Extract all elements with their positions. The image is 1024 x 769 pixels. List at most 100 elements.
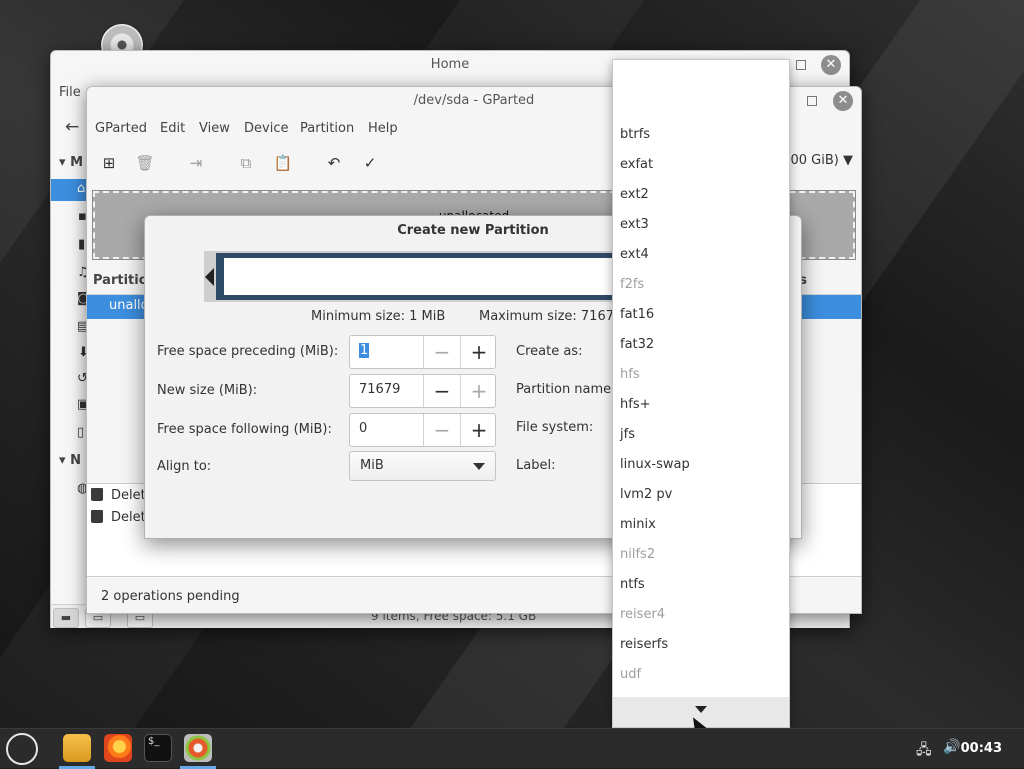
maximize-icon[interactable] — [807, 96, 817, 106]
menu-file[interactable]: File — [59, 85, 81, 100]
chevron-down-icon: ▾ — [59, 155, 66, 170]
menu-edit[interactable]: Edit — [160, 121, 185, 136]
close-icon[interactable]: ✕ — [821, 55, 841, 75]
gparted-icon[interactable] — [184, 734, 212, 762]
fs-option-jfs[interactable]: jfs — [613, 420, 789, 450]
files-icon[interactable] — [63, 734, 91, 762]
trash-icon — [91, 488, 103, 501]
increment-button[interactable]: + — [460, 375, 497, 407]
fs-option-reiserfs[interactable]: reiserfs — [613, 630, 789, 660]
free-space-following-input[interactable]: 0 — [359, 421, 367, 436]
free-space-following-label: Free space following (MiB): — [157, 422, 332, 437]
scroll-down-arrow-icon — [695, 706, 707, 713]
new-size-input[interactable]: 71679 — [359, 382, 400, 397]
align-to-select[interactable]: MiB — [349, 451, 496, 481]
file-system-label: File system: — [516, 420, 594, 435]
delete-icon[interactable]: 🗑 — [134, 153, 156, 173]
fs-option-fat16[interactable]: fat16 — [613, 300, 789, 330]
sidebar-item-desktop[interactable]: ▪ — [51, 207, 87, 229]
back-arrow-icon[interactable]: ← — [65, 117, 79, 137]
device-selector[interactable]: 00 GiB) ▼ — [791, 153, 854, 168]
fs-option-btrfs[interactable]: btrfs — [613, 120, 789, 150]
sidebar-item-music[interactable]: ♫ — [51, 263, 89, 285]
volume-icon[interactable]: 🔊 — [943, 739, 960, 755]
chevron-down-icon: ▾ — [59, 453, 66, 468]
sidebar-item-network[interactable]: ◍ — [51, 479, 88, 501]
fs-option-ext3[interactable]: ext3 — [613, 210, 789, 240]
fs-option-hfs: hfs — [620, 367, 640, 382]
resize-handle-left-icon[interactable] — [205, 268, 214, 286]
copy-icon[interactable]: ⧉ — [235, 153, 257, 173]
partition-size-bar[interactable] — [204, 251, 624, 302]
documents-icon: ▮ — [78, 237, 86, 252]
align-to-label: Align to: — [157, 459, 212, 474]
fs-option-linux-swap[interactable]: linux-swap — [613, 450, 789, 480]
label-field-label: Label: — [516, 458, 556, 473]
status-text: 2 operations pending — [101, 589, 240, 604]
decrement-button[interactable]: − — [423, 375, 460, 407]
menu-help[interactable]: Help — [368, 121, 398, 136]
maximize-icon[interactable] — [796, 60, 806, 70]
fs-option-exfat[interactable]: exfat — [613, 150, 789, 180]
menu-device[interactable]: Device — [244, 121, 288, 136]
free-space-preceding-stepper[interactable]: 1 − + — [349, 335, 496, 369]
list-item[interactable]: Delet — [91, 488, 146, 510]
list-item[interactable]: Delet — [91, 510, 146, 532]
free-space-preceding-input[interactable]: 1 — [359, 343, 370, 358]
free-space-preceding-label: Free space preceding (MiB): — [157, 344, 339, 359]
fs-option-ext4[interactable]: ext4 — [613, 240, 789, 270]
decrement-button[interactable]: − — [423, 414, 460, 446]
file-system-dropdown[interactable]: btrfs exfat ext2 ext3 ext4 f2fs fat16 fat32 hfs h… — [612, 59, 790, 728]
trash-icon: ▯ — [77, 425, 85, 440]
resize-move-icon[interactable]: ⇥ — [185, 153, 207, 173]
fs-option-hfs-[interactable]: hfs+ — [613, 390, 789, 420]
increment-button[interactable]: + — [460, 336, 497, 368]
taskbar: $_ 🖧 🔊 00:43 — [0, 728, 1024, 769]
dropdown-arrow-icon: ▼ — [843, 153, 853, 168]
fs-option-lvm2-pv[interactable]: lvm2 pv — [613, 480, 789, 510]
paste-icon[interactable]: 📋 — [272, 153, 294, 173]
clock[interactable]: 00:43 — [961, 741, 1002, 756]
free-space-following-stepper[interactable]: 0 − + — [349, 413, 496, 447]
sidebar-item-filesystem[interactable]: ▣ — [51, 395, 89, 417]
sidebar-section-network[interactable]: ▾ N — [59, 453, 81, 468]
fs-option-nilfs2: nilfs2 — [620, 547, 656, 562]
new-partition-icon[interactable]: ⊞ — [98, 153, 120, 173]
show-places-button[interactable]: ▬ — [53, 608, 79, 628]
new-size-label: New size (MiB): — [157, 383, 258, 398]
new-size-stepper[interactable]: 71679 − + — [349, 374, 496, 408]
increment-button[interactable]: + — [460, 414, 497, 446]
sidebar-item-trash[interactable]: ▯ — [51, 423, 87, 445]
partition-bar-fill — [224, 258, 624, 295]
sidebar-item-documents[interactable]: ▮ — [51, 235, 87, 257]
sidebar-section-my-computer[interactable]: ▾ M — [59, 155, 83, 170]
firefox-icon[interactable] — [104, 734, 132, 762]
menu-gparted[interactable]: GParted — [95, 121, 147, 136]
partition-name-label: Partition name: — [516, 382, 616, 397]
mint-menu-icon[interactable] — [6, 733, 38, 765]
apply-check-icon[interactable]: ✓ — [359, 153, 381, 173]
fs-option-ext2[interactable]: ext2 — [613, 180, 789, 210]
sidebar-item-home[interactable]: ⌂ — [51, 179, 87, 201]
sidebar-item-recent[interactable]: ↺ — [51, 369, 88, 391]
trash-icon — [91, 510, 103, 523]
desktop: Home ✕ File ← ▾ M ⌂ ▪ ▮ ♫ ◙ ▤ ⬇ ↺ ▣ ▯ ▾ … — [0, 0, 1024, 728]
menu-partition[interactable]: Partition — [300, 121, 354, 136]
sidebar-item-videos[interactable]: ▤ — [51, 317, 89, 339]
maximum-size-label: Maximum size: 71679 — [479, 309, 623, 324]
fs-option-ntfs[interactable]: ntfs — [613, 570, 789, 600]
home-icon: ⌂ — [77, 181, 86, 196]
terminal-icon[interactable]: $_ — [144, 734, 172, 762]
close-icon[interactable]: ✕ — [833, 91, 853, 111]
dropdown-arrow-icon — [473, 463, 485, 470]
sidebar-item-downloads[interactable]: ⬇ — [51, 343, 89, 365]
menu-view[interactable]: View — [199, 121, 230, 136]
fs-option-minix[interactable]: minix — [613, 510, 789, 540]
minimum-size-label: Minimum size: 1 MiB — [311, 309, 446, 324]
sidebar-item-pictures[interactable]: ◙ — [51, 289, 90, 311]
decrement-button[interactable]: − — [423, 336, 460, 368]
fs-option-fat32[interactable]: fat32 — [613, 330, 789, 360]
undo-icon[interactable]: ↶ — [323, 153, 345, 173]
fs-option-udf: udf — [620, 667, 642, 682]
network-icon[interactable]: 🖧 — [916, 739, 932, 763]
